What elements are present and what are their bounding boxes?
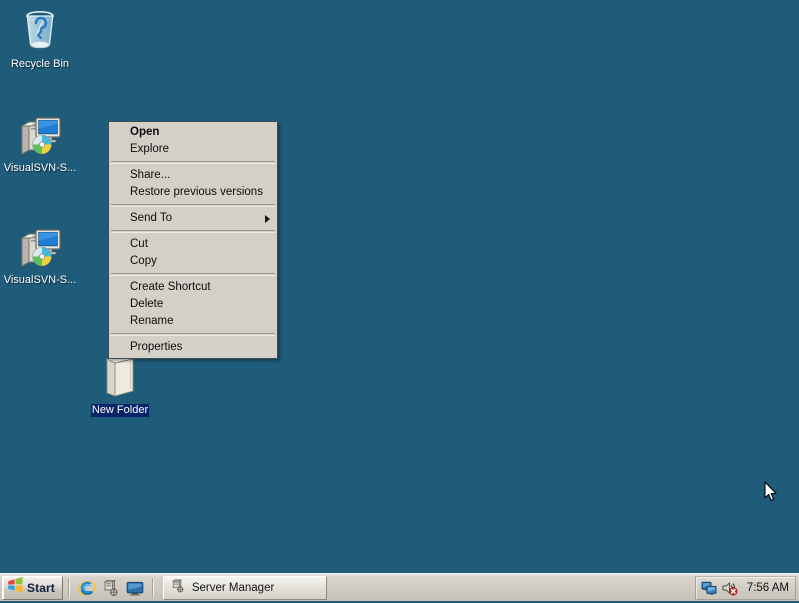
desktop-icon-label: Recycle Bin	[10, 58, 70, 70]
menu-item-send-to[interactable]: Send To	[109, 210, 277, 227]
system-tray[interactable]: 7:56 AM	[694, 575, 796, 600]
chevron-right-icon	[265, 214, 270, 223]
menu-item-create-shortcut[interactable]: Create Shortcut	[109, 279, 277, 296]
mouse-cursor	[764, 481, 778, 503]
taskbar[interactable]: Start Server Manager 7:56 AM	[0, 573, 799, 601]
desktop-icon-recycle-bin[interactable]: Recycle Bin	[0, 6, 80, 72]
taskbar-clock[interactable]: 7:56 AM	[747, 582, 789, 594]
menu-item-label: Explore	[130, 143, 169, 155]
desktop-icon-visualsvn-server-setup-2[interactable]: VisualSVN-S...	[0, 222, 80, 288]
recycle-bin-icon	[16, 6, 64, 54]
menu-item-cut[interactable]: Cut	[109, 236, 277, 253]
desktop-icon-visualsvn-server-setup-1[interactable]: VisualSVN-S...	[0, 110, 80, 176]
menu-item-label: Open	[130, 126, 160, 138]
menu-separator	[111, 273, 275, 276]
menu-separator	[111, 161, 275, 164]
internet-explorer-icon[interactable]	[77, 578, 97, 598]
menu-item-label: Cut	[130, 238, 148, 250]
installer-setup-icon	[16, 222, 64, 270]
installer-setup-icon	[16, 110, 64, 158]
speaker-muted-icon[interactable]	[721, 580, 738, 596]
menu-item-label: Rename	[130, 315, 174, 327]
windows-flag-icon	[7, 577, 24, 598]
menu-separator	[111, 204, 275, 207]
task-button-label: Server Manager	[191, 581, 275, 594]
menu-item-label: Delete	[130, 298, 164, 310]
menu-item-open[interactable]: Open	[109, 124, 277, 141]
menu-item-label: Properties	[130, 341, 183, 353]
menu-item-share[interactable]: Share...	[109, 167, 277, 184]
task-button-list[interactable]: Server Manager	[162, 575, 327, 600]
start-button-label: Start	[27, 580, 55, 595]
menu-item-label: Send To	[130, 212, 172, 224]
desktop-icon-label: New Folder	[90, 404, 150, 417]
desktop-icon-label: VisualSVN-S...	[3, 274, 77, 286]
menu-item-copy[interactable]: Copy	[109, 253, 277, 270]
menu-item-properties[interactable]: Properties	[109, 339, 277, 356]
folder-icon	[96, 352, 144, 400]
menu-item-label: Share...	[130, 169, 171, 181]
taskbar-separator	[67, 577, 70, 598]
menu-separator	[111, 230, 275, 233]
menu-item-rename[interactable]: Rename	[109, 313, 277, 330]
menu-item-explore[interactable]: Explore	[109, 141, 277, 158]
context-menu[interactable]: Open Explore Share... Restore previous v…	[108, 121, 278, 359]
menu-item-delete[interactable]: Delete	[109, 296, 277, 313]
menu-item-label: Restore previous versions	[130, 186, 263, 198]
desktop-icon-label: VisualSVN-S...	[3, 162, 77, 174]
menu-item-label: Create Shortcut	[130, 281, 211, 293]
desktop[interactable]: Recycle Bin VisualSVN-S... VisualSVN-S..…	[0, 0, 799, 573]
start-button[interactable]: Start	[2, 575, 63, 600]
show-desktop-icon[interactable]	[125, 578, 145, 598]
menu-separator	[111, 333, 275, 336]
desktop-icon-new-folder[interactable]: New Folder	[80, 352, 160, 418]
server-manager-icon[interactable]	[101, 578, 121, 598]
menu-item-label: Copy	[130, 255, 157, 267]
menu-item-restore-previous-versions[interactable]: Restore previous versions	[109, 184, 277, 201]
taskbar-separator	[151, 577, 154, 598]
network-icon[interactable]	[701, 580, 718, 596]
task-button-server-manager[interactable]: Server Manager	[162, 575, 327, 600]
server-manager-icon	[170, 578, 186, 597]
